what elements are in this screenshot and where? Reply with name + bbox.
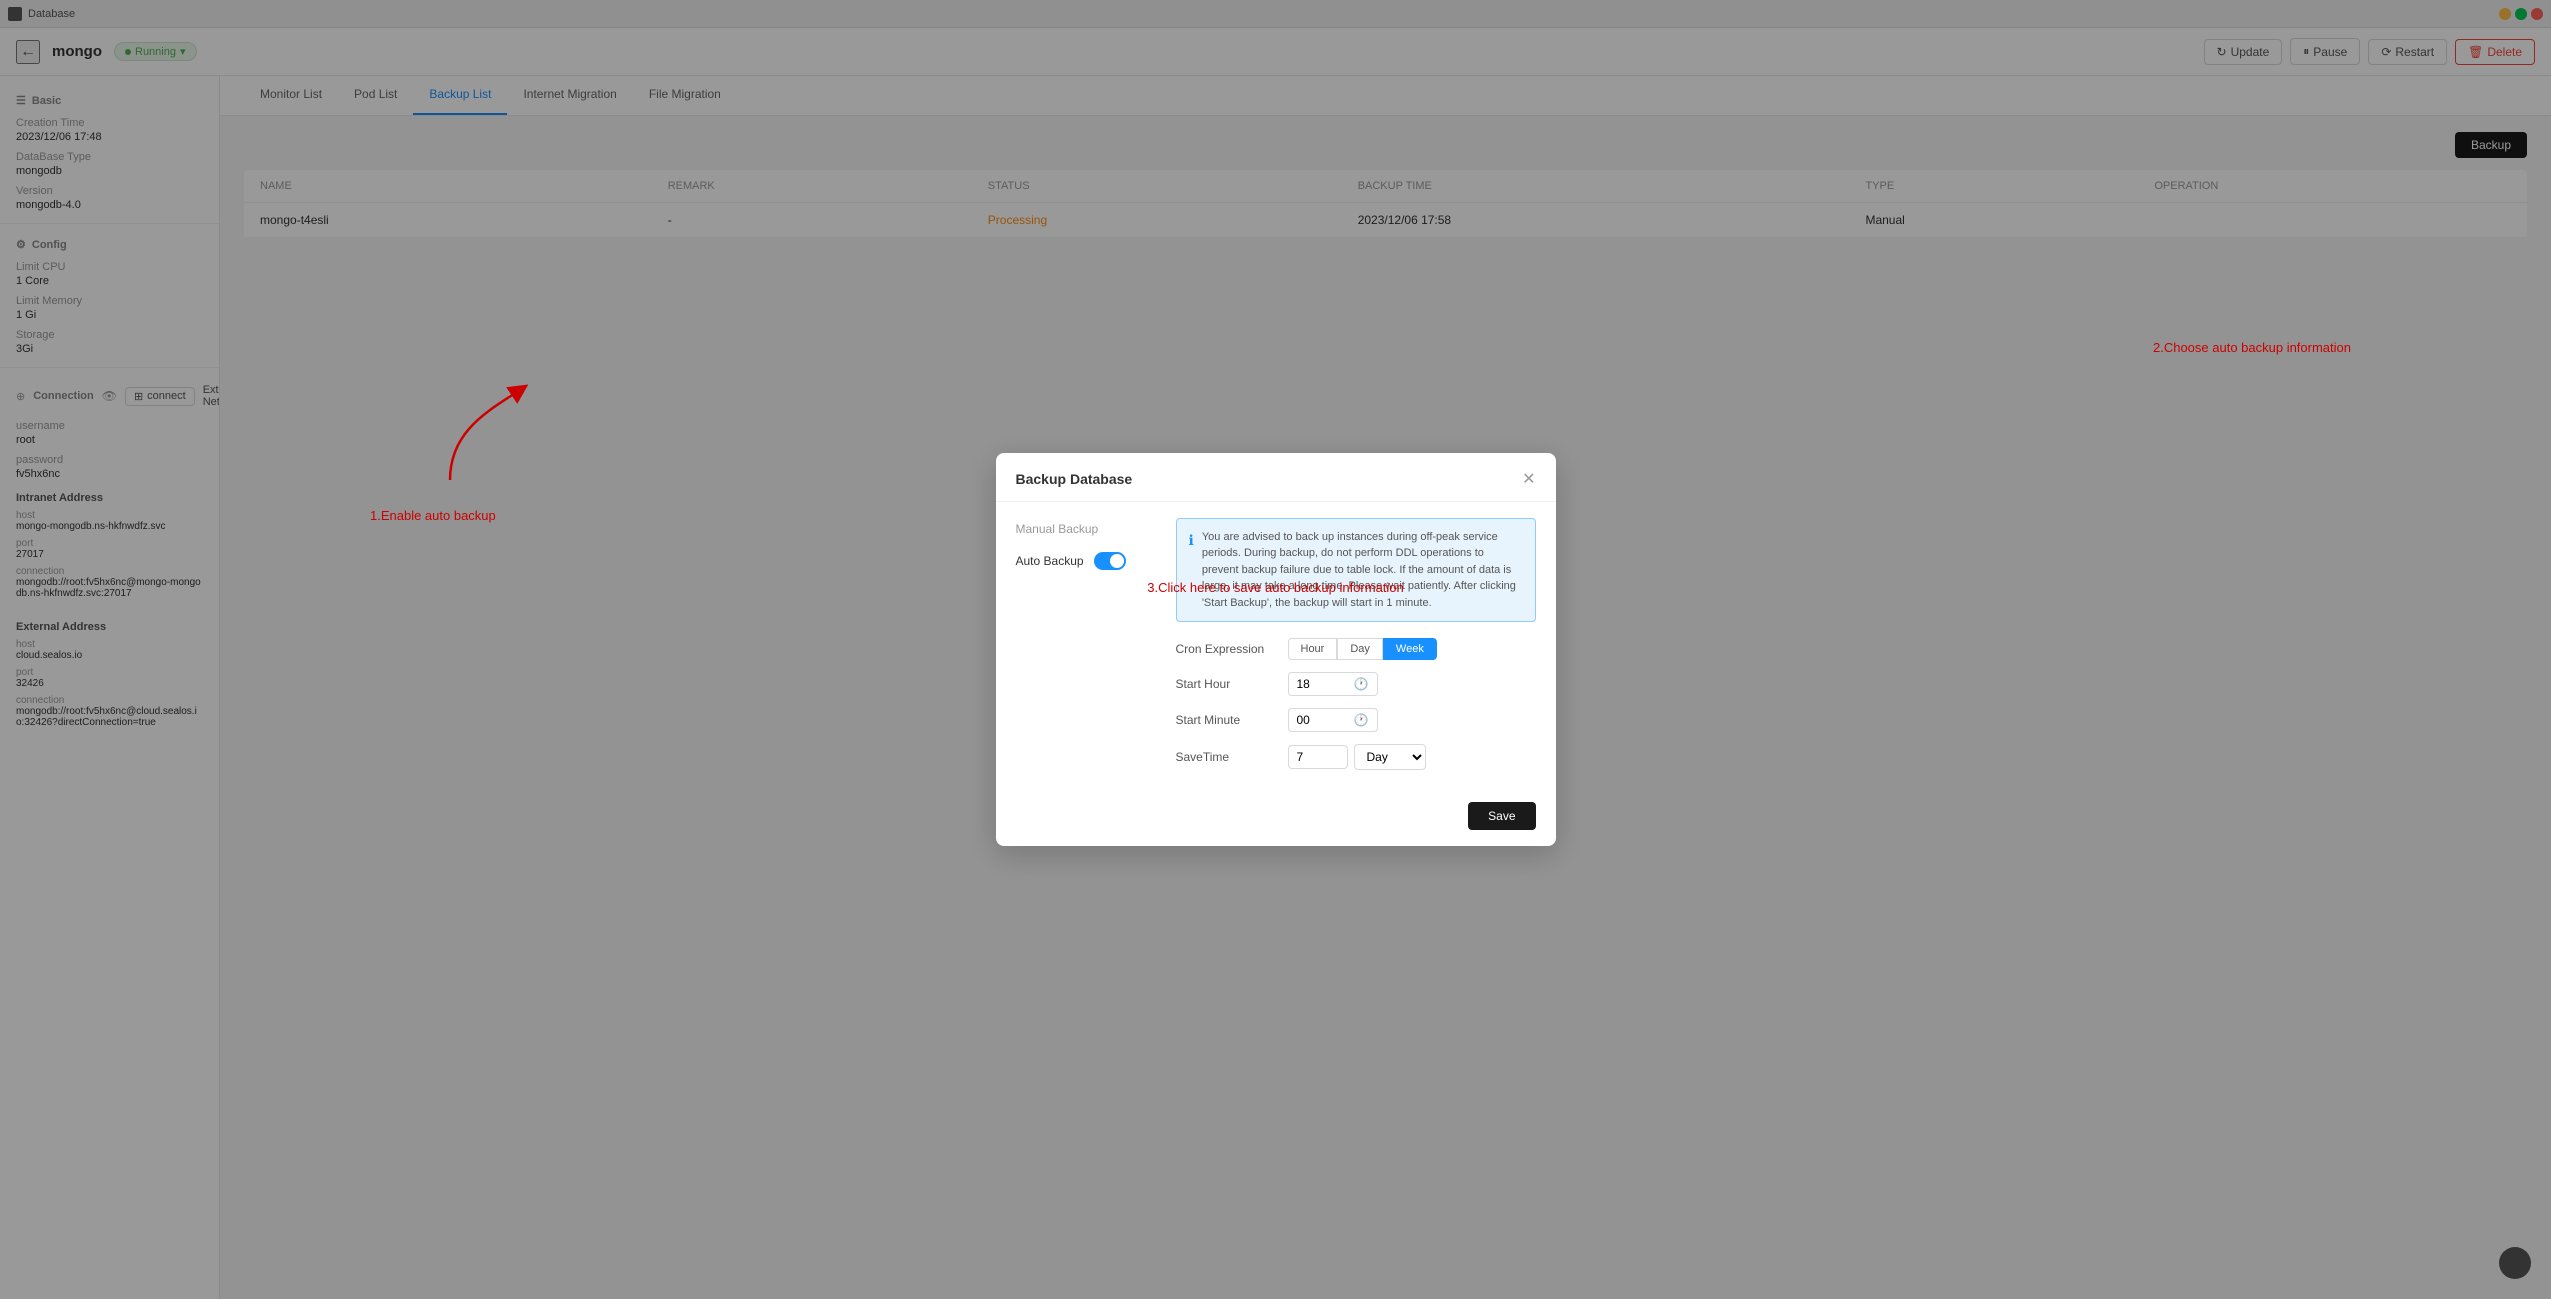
start-minute-input[interactable] <box>1297 713 1347 727</box>
modal-right-panel: ℹ You are advised to back up instances d… <box>1176 518 1536 783</box>
annotation-1-text: 1.Enable auto backup <box>370 508 496 523</box>
manual-backup-label: Manual Backup <box>1016 522 1156 536</box>
cron-hour-button[interactable]: Hour <box>1288 638 1338 660</box>
auto-backup-label: Auto Backup <box>1016 554 1084 568</box>
auto-backup-row: Auto Backup <box>1016 552 1156 570</box>
start-minute-label: Start Minute <box>1176 713 1276 727</box>
modal-title: Backup Database <box>1016 471 1133 487</box>
clock-icon-hour: 🕐 <box>1354 677 1369 691</box>
cron-label: Cron Expression <box>1176 642 1276 656</box>
annotation-1: 1.Enable auto backup <box>390 370 510 493</box>
start-hour-row: Start Hour 🕐 <box>1176 672 1536 696</box>
start-hour-input-wrapper: 🕐 <box>1288 672 1378 696</box>
backup-modal: Backup Database ✕ Manual Backup Auto Bac… <box>996 453 1556 847</box>
modal-close-button[interactable]: ✕ <box>1522 469 1535 489</box>
info-icon: ℹ <box>1189 530 1194 612</box>
save-time-unit-select[interactable]: Day Week Month <box>1354 744 1426 770</box>
start-hour-label: Start Hour <box>1176 677 1276 691</box>
modal-content-wrap: Manual Backup Auto Backup ℹ You are advi… <box>1016 518 1536 783</box>
modal-body: Manual Backup Auto Backup ℹ You are advi… <box>996 502 1556 803</box>
cron-btn-group: Hour Day Week <box>1288 638 1437 660</box>
modal-header: Backup Database ✕ <box>996 453 1556 502</box>
clock-icon-minute: 🕐 <box>1354 713 1369 727</box>
cron-day-button[interactable]: Day <box>1337 638 1383 660</box>
cron-expression-row: Cron Expression Hour Day Week <box>1176 638 1536 660</box>
info-box: ℹ You are advised to back up instances d… <box>1176 518 1536 623</box>
start-hour-input[interactable] <box>1297 677 1347 691</box>
start-minute-row: Start Minute 🕐 <box>1176 708 1536 732</box>
save-time-input[interactable] <box>1288 745 1348 769</box>
auto-backup-toggle[interactable] <box>1094 552 1126 570</box>
annotation-2-text: 2.Choose auto backup information <box>2153 340 2351 355</box>
save-time-label: SaveTime <box>1176 750 1276 764</box>
save-button[interactable]: Save <box>1468 802 1535 830</box>
modal-left-panel: Manual Backup Auto Backup <box>1016 518 1156 783</box>
cron-week-button[interactable]: Week <box>1383 638 1437 660</box>
save-time-control: Day Week Month <box>1288 744 1426 770</box>
modal-overlay[interactable]: Backup Database ✕ Manual Backup Auto Bac… <box>0 0 2551 1299</box>
modal-footer: Save <box>996 802 1556 846</box>
start-minute-input-wrapper: 🕐 <box>1288 708 1378 732</box>
save-time-row: SaveTime Day Week Month <box>1176 744 1536 770</box>
info-text: You are advised to back up instances dur… <box>1202 529 1523 612</box>
